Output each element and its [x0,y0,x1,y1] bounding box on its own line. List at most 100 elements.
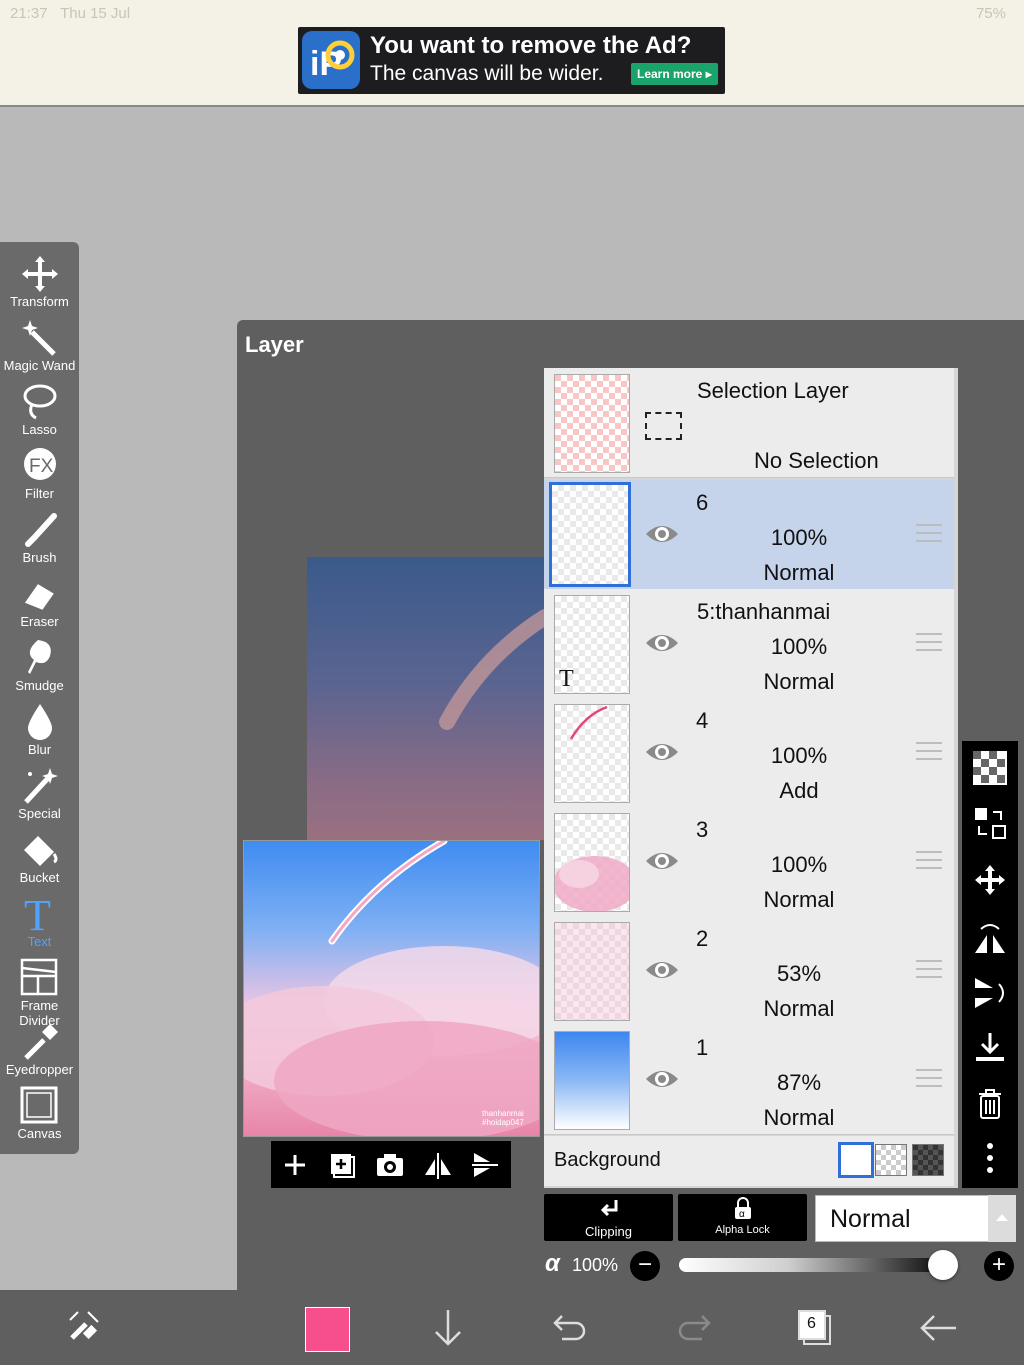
quick-tools-icon[interactable] [64,1306,104,1351]
background-dark-swatch[interactable] [912,1144,944,1176]
tool-bucket[interactable]: Bucket [0,828,79,892]
selection-layer-row[interactable]: Selection Layer No Selection [544,368,954,478]
drag-handle-icon[interactable] [916,633,942,657]
layer-row[interactable]: 2 53% Normal [544,916,954,1026]
smudge-icon [28,640,51,674]
tool-magic-wand[interactable]: Magic Wand [0,316,79,380]
layer-opacity: 100% [770,525,828,550]
layer-count: 6 [807,1315,816,1332]
move-layer-icon[interactable] [973,863,1007,897]
copy-layer-icon[interactable] [326,1149,358,1181]
background-transparent-swatch[interactable] [875,1144,907,1176]
back-arrow-icon[interactable] [918,1312,958,1349]
layer-opacity: 53% [776,961,822,986]
add-layer-icon[interactable] [279,1149,311,1181]
flip-vertical-icon[interactable] [470,1149,502,1181]
more-options-icon[interactable] [973,1141,1007,1175]
camera-icon[interactable] [374,1149,406,1181]
layer-name: 2 [696,926,709,951]
layer-list: Selection Layer No Selection 6 100% Normal… [544,368,958,1188]
tool-lasso[interactable]: Lasso [0,380,79,444]
tool-smudge[interactable]: Smudge [0,636,79,700]
opacity-value: 100% [572,1255,619,1275]
opacity-slider-knob[interactable] [928,1250,958,1280]
eye-icon[interactable] [644,956,680,984]
layer-row[interactable]: T 5:thanhanmai 100% Normal [544,589,954,699]
current-color-swatch[interactable] [305,1307,350,1352]
tool-frame-divider[interactable]: Frame Divider [0,956,79,1028]
clipping-button[interactable]: Clipping [544,1194,673,1241]
tool-label: Lasso [22,422,57,437]
blend-mode-dropdown-arrow[interactable] [988,1195,1016,1242]
background-white-swatch[interactable] [838,1142,874,1178]
drag-handle-icon[interactable] [916,524,942,548]
eye-icon[interactable] [644,520,680,548]
layer-thumbnail [554,1031,630,1130]
background-row: Background [544,1136,954,1186]
move-down-arrow-icon[interactable] [430,1306,466,1355]
delete-layer-icon[interactable] [973,1086,1007,1120]
layer-swap-icon[interactable] [973,806,1007,840]
selection-layer-title: Selection Layer [697,378,849,403]
eye-icon[interactable] [644,629,680,657]
layer-row[interactable]: 3 100% Normal [544,807,954,917]
flip-horizontal-icon[interactable] [422,1149,454,1181]
alpha-lock-button[interactable]: α Alpha Lock [678,1194,807,1241]
minus-icon: − [637,1251,652,1278]
tool-filter[interactable]: FX Filter [0,444,79,508]
layer-thumbnail: T [554,595,630,694]
merge-down-icon[interactable] [973,1031,1007,1065]
layer-blend-mode: Normal [763,996,835,1021]
eye-icon[interactable] [644,1065,680,1093]
layer-row[interactable]: 6 100% Normal [544,480,954,590]
layer-row[interactable]: 4 100% Add [544,698,954,808]
fx-icon: FX [24,448,56,480]
canvas-artwork[interactable] [307,557,545,840]
text-icon: T [24,894,51,934]
svg-text:iP: iP [310,45,342,83]
eye-icon[interactable] [644,738,680,766]
layer-blend-mode: Normal [763,887,835,912]
learn-more-button[interactable]: Learn more ▸ [631,63,718,85]
eraser-icon [24,584,54,610]
drag-handle-icon[interactable] [916,960,942,984]
tool-blur[interactable]: Blur [0,700,79,764]
status-battery: 75% [975,5,1006,22]
layer-action-bar [271,1141,511,1188]
tool-eyedropper[interactable]: Eyedropper [0,1020,79,1084]
checkerboard-icon[interactable] [973,751,1007,785]
frame-divider-icon [20,958,58,996]
opacity-decrease-button[interactable]: − [630,1251,660,1281]
tool-transform[interactable]: Transform [0,252,79,316]
layers-button[interactable]: 6 [796,1308,836,1353]
tool-label: Eyedropper [5,1062,74,1077]
blend-mode-select[interactable]: Normal [815,1195,989,1242]
tool-eraser[interactable]: Eraser [0,572,79,636]
layer-opacity: 100% [770,743,828,768]
drag-handle-icon[interactable] [916,1069,942,1093]
flip-layer-horizontal-icon[interactable] [973,921,1007,955]
tool-brush[interactable]: Brush [0,508,79,572]
undo-icon[interactable] [552,1312,588,1347]
status-time: 21:37 Thu 15 Jul [10,5,131,22]
drag-handle-icon[interactable] [916,851,942,875]
opacity-increase-button[interactable]: + [984,1251,1014,1281]
svg-text:α: α [739,1209,745,1220]
tool-label: Bucket [19,870,60,885]
layer-row[interactable]: 1 87% Normal [544,1025,954,1135]
eye-icon[interactable] [644,847,680,875]
drag-handle-icon[interactable] [916,742,942,766]
status-bar: 21:37 Thu 15 Jul 75% [0,0,1024,28]
opacity-slider[interactable] [679,1258,951,1272]
tool-special[interactable]: Special [0,764,79,828]
layer-opacity: 87% [776,1070,822,1095]
redo-icon[interactable] [676,1312,712,1347]
layer-preview-thumbnail[interactable]: thanhanmai #hoidap047 [243,840,540,1137]
bottom-toolbar [0,1290,1024,1365]
ad-banner[interactable]: iP You want to remove the Ad? The canvas… [298,27,725,94]
tool-canvas[interactable]: Canvas [0,1084,79,1148]
flip-layer-vertical-icon[interactable] [973,976,1007,1010]
transform-icon [22,256,58,292]
plus-icon: + [991,1251,1006,1278]
tool-text[interactable]: T Text [0,892,79,956]
